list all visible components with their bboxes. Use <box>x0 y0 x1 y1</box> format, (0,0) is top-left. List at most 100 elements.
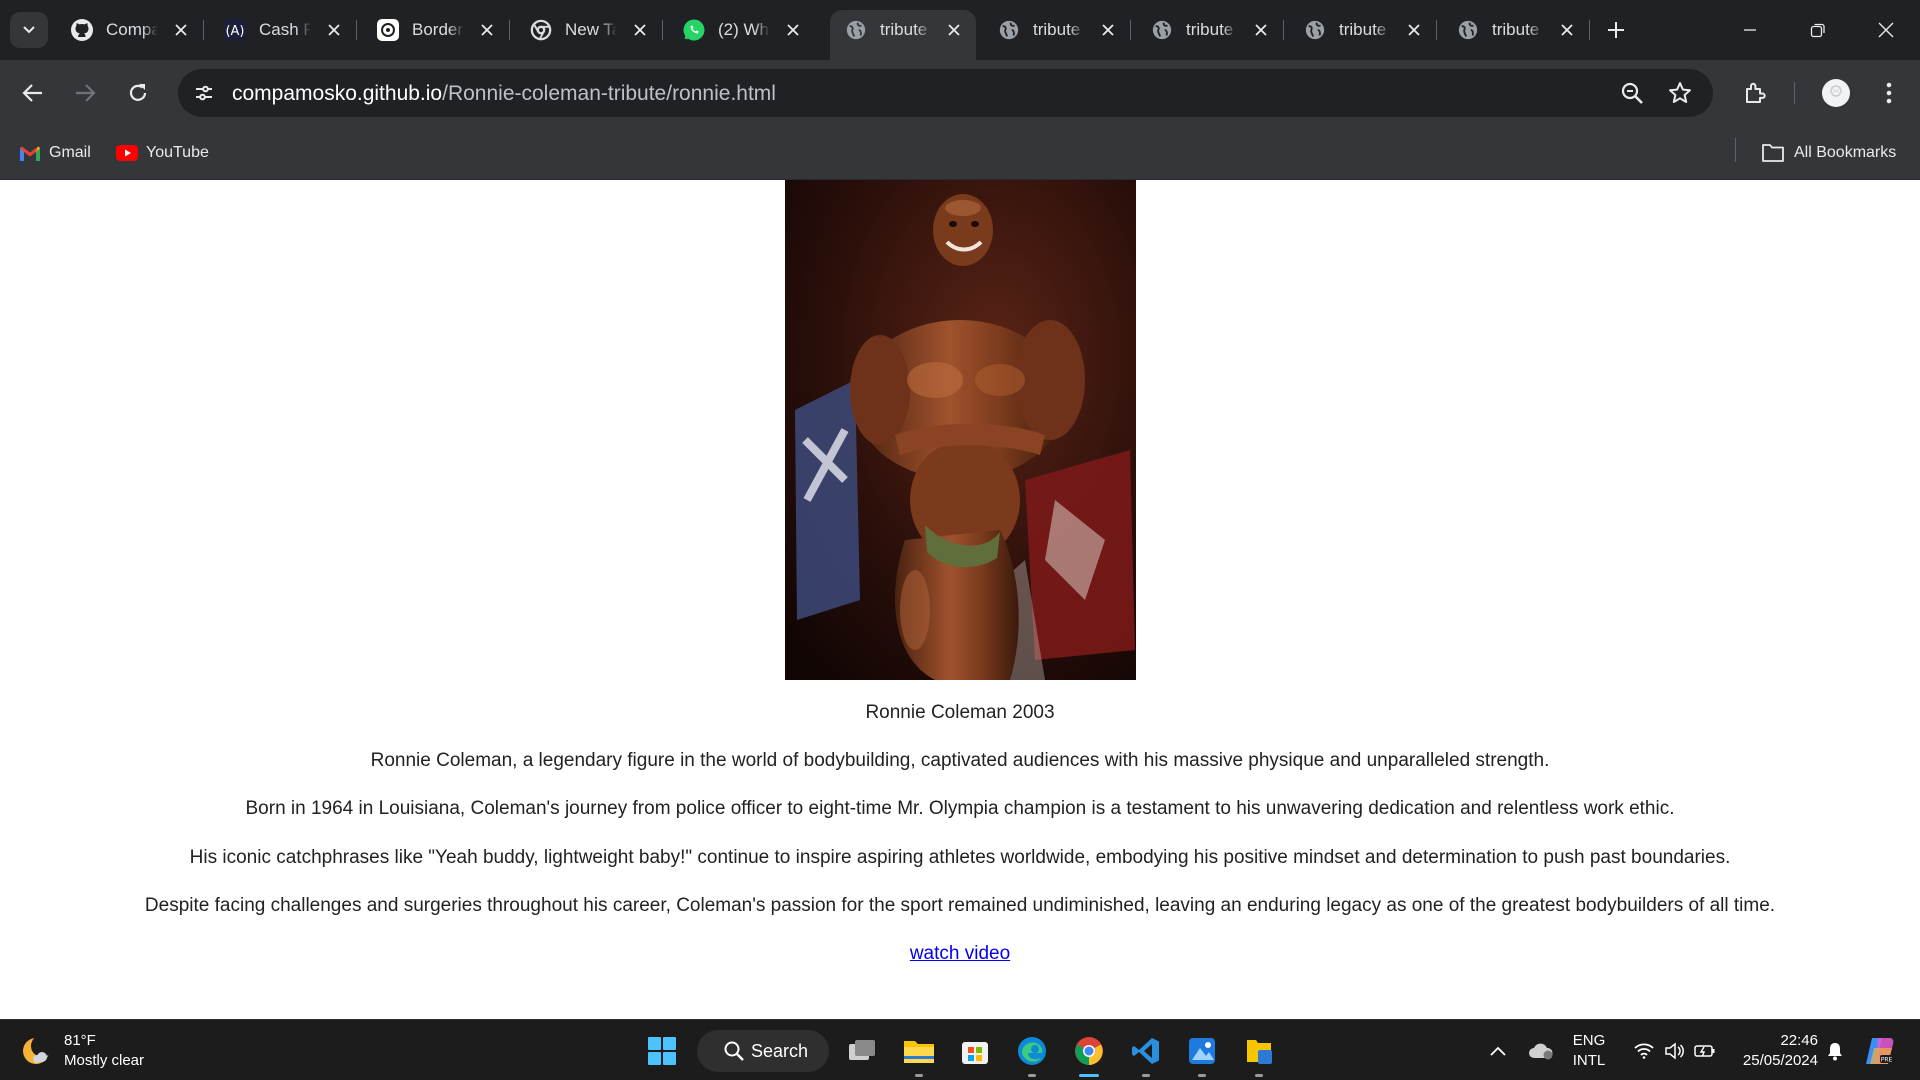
extensions-button[interactable] <box>1735 73 1775 113</box>
profile-button[interactable] <box>1816 73 1856 113</box>
taskbar-search[interactable]: Search <box>697 1030 829 1072</box>
copilot-icon: PRE <box>1866 1038 1894 1064</box>
folder-icon <box>904 1041 934 1063</box>
tab-strip: Compa (A) Cash R Border New Ta (2) Wh tr… <box>0 0 1920 60</box>
chrome-button[interactable] <box>1067 1029 1111 1077</box>
svg-text:PRE: PRE <box>1881 1057 1893 1064</box>
task-view-icon <box>849 1040 875 1060</box>
new-tab-button[interactable] <box>1600 14 1632 46</box>
tab-2[interactable]: Border <box>362 10 510 50</box>
close-icon[interactable] <box>324 20 344 40</box>
keyboard-layout: INTL <box>1572 1052 1606 1069</box>
volume-icon <box>1665 1042 1684 1060</box>
windows-icon <box>648 1037 676 1065</box>
tab-title: Compa <box>106 20 158 39</box>
running-indicator <box>1255 1074 1263 1077</box>
tab-separator <box>356 20 357 40</box>
language-code: ENG <box>1572 1032 1606 1049</box>
all-bookmarks-button[interactable]: All Bookmarks <box>1760 140 1896 166</box>
vscode-icon <box>1132 1038 1159 1064</box>
weather-temp: 81°F <box>64 1032 96 1049</box>
tune-icon <box>196 85 212 101</box>
close-icon[interactable] <box>1098 20 1118 40</box>
bookmark-youtube[interactable]: YouTube <box>116 140 209 166</box>
close-icon[interactable] <box>1404 20 1424 40</box>
weather-widget[interactable]: 81°F Mostly clear <box>20 1030 144 1072</box>
tab-title: tribute <box>1492 20 1540 39</box>
task-view-button[interactable] <box>840 1029 884 1073</box>
close-icon[interactable] <box>630 20 650 40</box>
whatsapp-icon <box>682 18 706 42</box>
forward-button[interactable] <box>65 73 105 113</box>
tab-3[interactable]: New Ta <box>515 10 663 50</box>
quick-settings-button[interactable] <box>1625 1030 1725 1072</box>
files-app-button[interactable] <box>1237 1029 1281 1077</box>
toolbar-separator <box>1794 82 1795 104</box>
tab-6[interactable]: tribute <box>983 10 1131 50</box>
tab-separator <box>1283 20 1284 40</box>
address-bar[interactable]: compamosko.github.io/Ronnie-coleman-trib… <box>178 69 1713 117</box>
app-button[interactable] <box>1180 1029 1224 1077</box>
reload-button[interactable] <box>118 73 158 113</box>
copilot-button[interactable]: PRE <box>1860 1030 1900 1072</box>
close-icon[interactable] <box>171 20 191 40</box>
puzzle-icon <box>1746 82 1766 103</box>
avatar-icon <box>1822 79 1850 107</box>
tab-search-button[interactable] <box>10 12 48 48</box>
tab-5-active[interactable]: tribute <box>830 10 976 60</box>
running-indicator <box>1142 1074 1150 1077</box>
bookmark-label: YouTube <box>146 144 209 161</box>
reload-icon <box>129 84 147 101</box>
tab-0[interactable]: Compa <box>56 10 204 50</box>
tab-1[interactable]: (A) Cash R <box>209 10 357 50</box>
bookmark-star-button[interactable] <box>1666 79 1694 107</box>
folder-icon <box>1760 144 1786 162</box>
running-indicator <box>1198 1074 1206 1077</box>
tab-title: tribute <box>1339 20 1387 39</box>
file-explorer-button[interactable] <box>897 1029 941 1077</box>
close-icon[interactable] <box>944 20 964 40</box>
notifications-button[interactable] <box>1820 1030 1850 1072</box>
bookmarks-bar: Gmail YouTube All Bookmarks <box>0 126 1920 180</box>
clock-button[interactable]: 22:46 25/05/2024 <box>1726 1030 1818 1072</box>
back-button[interactable] <box>13 73 53 113</box>
arrow-left-icon <box>22 84 42 102</box>
edge-button[interactable] <box>1010 1029 1054 1077</box>
svg-text:(A): (A) <box>225 24 244 39</box>
close-icon[interactable] <box>477 20 497 40</box>
store-button[interactable] <box>953 1029 997 1073</box>
close-icon[interactable] <box>1251 20 1271 40</box>
running-indicator <box>1028 1074 1036 1077</box>
url-text[interactable]: compamosko.github.io/Ronnie-coleman-trib… <box>232 82 776 106</box>
zoom-button[interactable] <box>1618 79 1646 107</box>
close-icon[interactable] <box>1557 20 1577 40</box>
minimize-button[interactable] <box>1720 10 1780 50</box>
clock-date: 25/05/2024 <box>1742 1052 1818 1069</box>
vscode-button[interactable] <box>1124 1029 1168 1077</box>
close-icon[interactable] <box>783 20 803 40</box>
site-info-button[interactable] <box>188 77 220 109</box>
show-hidden-icons-button[interactable] <box>1486 1030 1510 1072</box>
tab-4[interactable]: (2) Wh <box>668 10 815 50</box>
tab-separator <box>1589 20 1590 40</box>
menu-button[interactable] <box>1869 73 1909 113</box>
onedrive-tray-button[interactable] <box>1524 1030 1558 1072</box>
paragraph-2: Born in 1964 in Louisiana, Coleman's jou… <box>245 798 1675 819</box>
chrome-icon <box>1075 1037 1103 1065</box>
watch-video-link[interactable]: watch video <box>910 943 1010 964</box>
tab-7[interactable]: tribute <box>1136 10 1284 50</box>
arrow-right-icon <box>76 84 96 102</box>
close-window-button[interactable] <box>1856 10 1916 50</box>
page-content: Ronnie Coleman 2003 Ronnie Coleman, a le… <box>0 180 1920 1019</box>
tab-title: tribute <box>880 20 928 39</box>
github-icon <box>70 18 94 42</box>
language-indicator[interactable]: ENG INTL <box>1568 1030 1610 1072</box>
tab-9[interactable]: tribute <box>1442 10 1590 50</box>
search-icon <box>724 1041 744 1061</box>
restore-button[interactable] <box>1788 10 1848 50</box>
start-button[interactable] <box>640 1029 684 1073</box>
paragraph-3: His iconic catchphrases like "Yeah buddy… <box>189 847 1731 868</box>
globe-icon <box>997 18 1021 42</box>
bookmark-gmail[interactable]: Gmail <box>19 140 91 166</box>
tab-8[interactable]: tribute <box>1289 10 1437 50</box>
